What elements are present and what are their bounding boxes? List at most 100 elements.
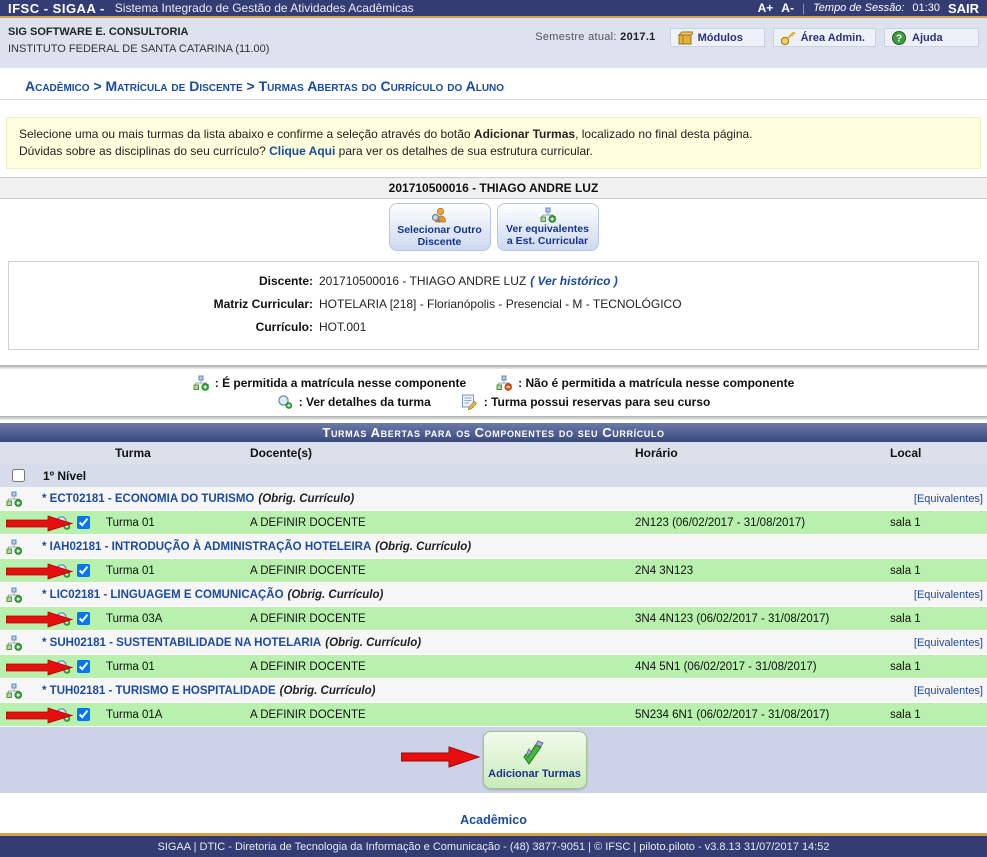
font-increase-button[interactable]: A+ <box>758 1 774 15</box>
class-docente: A DEFINIR DOCENTE <box>250 517 635 529</box>
course-title-link[interactable]: * TUH02181 - TURISMO E HOSPITALIDADE <box>42 685 276 697</box>
course-row: * IAH02181 - INTRODUÇÃO À ADMINISTRAÇÃO … <box>0 535 987 559</box>
class-row: Turma 01 A DEFINIR DOCENTE 2N123 (06/02/… <box>0 511 987 535</box>
clique-aqui-link[interactable]: Clique Aqui <box>269 144 335 158</box>
equivalents-link[interactable]: [Equivalentes] <box>914 637 983 649</box>
adicionar-turmas-button[interactable]: Adicionar Turmas <box>483 731 587 789</box>
system-name: Sistema Integrado de Gestão de Atividade… <box>115 1 414 15</box>
instructions-line1: Selecione uma ou mais turmas da lista ab… <box>19 126 968 143</box>
class-turma: Turma 03A <box>100 613 250 625</box>
class-row: Turma 01 A DEFINIR DOCENTE 2N4 3N123 sal… <box>0 559 987 583</box>
class-turma: Turma 01 <box>100 565 250 577</box>
action-buttons-row: Selecionar OutroDiscente Ver equivalente… <box>0 203 987 251</box>
breadcrumb-trail[interactable]: Acadêmico > Matrícula de Discente > Turm… <box>25 78 504 94</box>
course-title-link[interactable]: * IAH02181 - INTRODUÇÃO À ADMINISTRAÇÃO … <box>42 541 371 553</box>
class-horario: 5N234 6N1 (06/02/2017 - 31/08/2017) <box>635 709 890 721</box>
level-row: 1º Nível <box>0 464 987 487</box>
equivalents-link[interactable]: [Equivalentes] <box>914 589 983 601</box>
component-allowed-icon <box>6 539 22 555</box>
red-arrow-annotation <box>6 563 74 580</box>
instructions-line2: Dúvidas sobre as disciplinas do seu curr… <box>19 143 968 160</box>
table-footer-band: Adicionar Turmas <box>0 727 987 793</box>
component-allowed-icon <box>6 635 22 651</box>
app-brand: IFSC - SIGAA - <box>8 1 105 16</box>
class-row: Turma 03A A DEFINIR DOCENTE 3N4 4N123 (0… <box>0 607 987 631</box>
col-turma: Turma <box>100 446 250 460</box>
student-details-box: Discente: 201710500016 - THIAGO ANDRE LU… <box>8 261 979 350</box>
matricula-allowed-icon <box>193 375 209 391</box>
class-docente: A DEFINIR DOCENTE <box>250 709 635 721</box>
red-arrow-annotation <box>6 515 74 532</box>
col-horario: Horário <box>635 446 890 460</box>
student-header: 201710500016 - THIAGO ANDRE LUZ <box>389 181 599 195</box>
class-docente: A DEFINIR DOCENTE <box>250 565 635 577</box>
class-turma: Turma 01 <box>100 661 250 673</box>
divider <box>0 416 987 420</box>
class-select-checkbox[interactable] <box>77 516 90 529</box>
class-turma: Turma 01A <box>100 709 250 721</box>
institution-name: SIG SOFTWARE E. CONSULTORIA <box>8 26 269 38</box>
admin-area-button[interactable]: Área Admin. <box>773 28 876 47</box>
person-search-icon <box>431 207 448 224</box>
header-band: SIG SOFTWARE E. CONSULTORIA INSTITUTO FE… <box>0 18 987 68</box>
current-semester: Semestre atual: 2017.1 <box>535 31 655 43</box>
class-docente: A DEFINIR DOCENTE <box>250 613 635 625</box>
open-classes-table: Turmas Abertas para os Componentes do se… <box>0 423 987 793</box>
academico-link[interactable]: Acadêmico <box>460 813 527 827</box>
font-decrease-button[interactable]: A- <box>781 1 794 15</box>
detail-row-discente: Discente: 201710500016 - THIAGO ANDRE LU… <box>9 270 978 293</box>
class-row: Turma 01 A DEFINIR DOCENTE 4N4 5N1 (06/0… <box>0 655 987 679</box>
class-turma: Turma 01 <box>100 517 250 529</box>
class-select-checkbox[interactable] <box>77 612 90 625</box>
session-timer-label: Tempo de Sessão: <box>813 2 904 14</box>
logout-button[interactable]: SAIR <box>948 1 979 16</box>
course-row: * LIC02181 - LINGUAGEM E COMUNICAÇÃO (Ob… <box>0 583 987 607</box>
level-label: 1º Nível <box>43 469 86 483</box>
class-local: sala 1 <box>890 613 987 625</box>
equivalents-link[interactable]: [Equivalentes] <box>914 493 983 505</box>
modules-box-icon <box>677 30 693 46</box>
class-select-checkbox[interactable] <box>77 564 90 577</box>
legend-band: : É permitida a matrícula nesse componen… <box>0 365 987 420</box>
modules-button[interactable]: Módulos <box>670 28 765 47</box>
help-button[interactable]: Ajuda <box>884 28 979 47</box>
class-local: sala 1 <box>890 565 987 577</box>
student-header-band: 201710500016 - THIAGO ANDRE LUZ <box>0 177 987 199</box>
help-icon <box>891 30 907 46</box>
class-select-checkbox[interactable] <box>77 660 90 673</box>
course-title-link[interactable]: * ECT02181 - ECONOMIA DO TURISMO <box>42 493 254 505</box>
class-local: sala 1 <box>890 709 987 721</box>
breadcrumb: Acadêmico > Matrícula de Discente > Turm… <box>0 74 987 100</box>
reserved-class-icon <box>461 393 478 410</box>
key-icon <box>780 30 796 46</box>
legend-line2: : Ver detalhes da turma : Turma possui r… <box>0 392 987 411</box>
course-title-link[interactable]: * SUH02181 - SUSTENTABILIDADE NA HOTELAR… <box>42 637 321 649</box>
course-row: * TUH02181 - TURISMO E HOSPITALIDADE (Ob… <box>0 679 987 703</box>
red-arrow-annotation <box>6 659 74 676</box>
top-bar: IFSC - SIGAA - Sistema Integrado de Gest… <box>0 0 987 18</box>
session-timer-value: 01:30 <box>912 2 940 14</box>
double-check-icon <box>521 740 549 766</box>
select-other-student-button[interactable]: Selecionar OutroDiscente <box>389 203 491 251</box>
ver-historico-link[interactable]: ( Ver histórico ) <box>530 270 618 293</box>
class-select-checkbox[interactable] <box>77 708 90 721</box>
equivalents-link[interactable]: [Equivalentes] <box>914 685 983 697</box>
col-docentes: Docente(s) <box>250 446 635 460</box>
class-local: sala 1 <box>890 517 987 529</box>
table-caption: Turmas Abertas para os Componentes do se… <box>0 423 987 442</box>
table-header-row: Turma Docente(s) Horário Local <box>0 442 987 464</box>
course-row: * SUH02181 - SUSTENTABILIDADE NA HOTELAR… <box>0 631 987 655</box>
component-allowed-icon <box>6 683 22 699</box>
course-title-link[interactable]: * LIC02181 - LINGUAGEM E COMUNICAÇÃO <box>42 589 284 601</box>
component-allowed-icon <box>6 491 22 507</box>
detail-row-matriz: Matriz Curricular: HOTELARIA [218] - Flo… <box>9 293 978 316</box>
view-equivalents-button[interactable]: Ver equivalentesa Est. Curricular <box>497 203 599 251</box>
red-arrow-annotation <box>6 707 74 724</box>
class-horario: 3N4 4N123 (06/02/2017 - 31/08/2017) <box>635 613 890 625</box>
select-level-checkbox[interactable] <box>12 469 25 482</box>
class-horario: 2N123 (06/02/2017 - 31/08/2017) <box>635 517 890 529</box>
view-details-icon <box>277 394 293 410</box>
class-docente: A DEFINIR DOCENTE <box>250 661 635 673</box>
col-local: Local <box>890 446 987 460</box>
class-horario: 2N4 3N123 <box>635 565 890 577</box>
